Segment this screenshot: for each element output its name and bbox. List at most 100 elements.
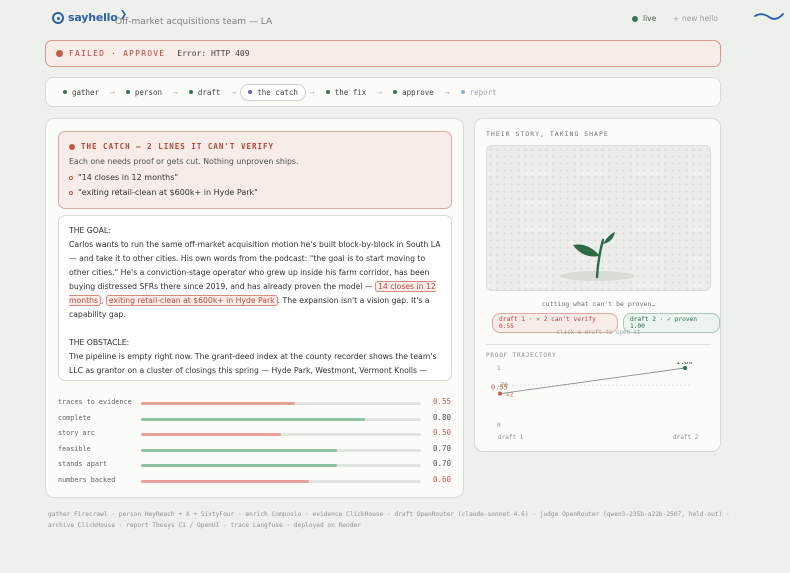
draft-document-body: THE GOAL: Carlos wants to run the same o… <box>69 224 441 380</box>
metric-fill <box>141 402 295 405</box>
story-caption: cutting what can't be proven… <box>541 300 656 308</box>
metric-row: numbers backed 0.60 <box>58 473 452 489</box>
metric-track <box>141 448 421 452</box>
metric-fill <box>141 464 337 467</box>
bullet-icon <box>69 175 73 180</box>
step-approve[interactable]: approve <box>386 85 441 100</box>
score-metrics: traces to evidence 0.55 complete 0.80 story … <box>58 395 452 488</box>
catch-title: THE CATCH — 2 LINES IT CAN'T VERIFY <box>69 142 274 151</box>
step-label: draft <box>197 87 221 97</box>
unverified-line[interactable]: "14 closes in 12 months" <box>69 173 178 182</box>
step-status-dot-icon <box>188 90 193 94</box>
step-label: report <box>469 87 497 97</box>
error-dot-icon <box>56 50 63 57</box>
error-message: Error: HTTP 409 <box>177 49 250 58</box>
metric-value: 0.70 <box>433 459 452 468</box>
arrow-right-icon: → <box>309 87 315 97</box>
metric-track <box>141 433 421 436</box>
proof-trajectory-chart: 1.7000.551.00✕2draft 1 draft 2 <box>491 362 699 441</box>
metric-row: complete 0.80 <box>58 411 452 427</box>
bullet-icon <box>69 190 73 195</box>
metric-fill <box>141 448 337 452</box>
metric-value: 0.80 <box>433 412 452 422</box>
goal-section: THE GOAL: Carlos wants to run the same o… <box>69 224 441 322</box>
catch-subtitle: Each one needs proof or gets cut. Nothin… <box>69 157 299 166</box>
proof-trajectory-title: PROOF TRAJECTORY <box>486 352 557 359</box>
story-visual <box>486 145 711 291</box>
series-line <box>499 367 686 395</box>
failed-banner: FAILED · APPROVE Error: HTTP 409 <box>45 40 721 67</box>
step-status-dot-icon <box>248 90 253 94</box>
step-status-dot-icon <box>393 90 398 94</box>
data-label: 1.00 <box>676 362 693 366</box>
plus-icon: + <box>673 14 679 23</box>
sprout-icon <box>560 232 634 281</box>
divider <box>486 344 711 345</box>
new-hello-label: new hello <box>681 14 718 23</box>
obstacle-section: THE OBSTACLE: The pipeline is empty righ… <box>69 336 441 380</box>
green-dot-icon <box>632 15 638 22</box>
metric-row: feasible 0.70 <box>58 442 452 458</box>
team-name: Off-market acquisitions team — LA <box>115 17 273 27</box>
arrow-right-icon: → <box>377 87 383 97</box>
obstacle-heading: THE OBSTACLE: <box>69 338 130 347</box>
step-report[interactable]: report <box>454 85 504 100</box>
step-label: approve <box>402 87 434 97</box>
metric-row: traces to evidence 0.55 <box>58 395 452 411</box>
arrow-right-icon: → <box>110 87 115 97</box>
arrow-right-icon: → <box>444 87 450 97</box>
metric-label: numbers backed <box>58 475 116 484</box>
arrow-right-icon: → <box>173 87 178 97</box>
draft-review-panel: THE CATCH — 2 LINES IT CAN'T VERIFY Each… <box>45 118 464 498</box>
top-bar: sayhello ❯ Off-market acquisitions team … <box>0 0 790 36</box>
live-indicator: live <box>632 14 656 23</box>
step-gather[interactable]: gather <box>56 85 106 100</box>
draft-document[interactable]: THE GOAL: Carlos wants to run the same o… <box>58 215 452 381</box>
step-status-dot-icon <box>63 90 67 94</box>
sayhello-logo-icon <box>52 11 64 24</box>
new-hello-button[interactable]: + new hello <box>673 14 718 23</box>
unverified-line-text: "14 closes in 12 months" <box>78 173 179 182</box>
warning-dot-icon <box>69 143 75 150</box>
metric-fill <box>141 417 365 421</box>
x-tick-label: draft 2 <box>673 434 699 441</box>
step-the-catch[interactable]: the catch <box>240 83 306 101</box>
metric-track <box>141 417 421 421</box>
data-point <box>683 366 687 370</box>
step-status-dot-icon <box>125 90 130 94</box>
metric-track <box>141 479 421 483</box>
tick-label: 0 <box>497 422 501 429</box>
step-draft[interactable]: draft <box>182 85 228 100</box>
obstacle-text: The pipeline is empty right now. The gra… <box>69 352 437 375</box>
metric-row: story arc 0.50 <box>58 426 452 442</box>
metric-value: 0.70 <box>433 443 452 453</box>
live-label: live <box>643 14 657 23</box>
metric-track <box>141 464 421 467</box>
data-point <box>498 391 502 396</box>
step-status-dot-icon <box>325 90 330 94</box>
metric-value: 0.50 <box>433 428 452 437</box>
metric-value: 0.60 <box>433 474 452 484</box>
arrow-right-icon: → <box>231 87 237 97</box>
metric-label: traces to evidence <box>58 398 132 406</box>
brand-name: sayhello <box>68 11 118 24</box>
step-the-fix[interactable]: the fix <box>319 85 374 100</box>
story-panel: THEIR STORY, TAKING SHAPE cutting what c… <box>474 118 721 452</box>
step-label: the fix <box>334 87 367 97</box>
swoosh-icon <box>754 13 784 20</box>
metric-label: story arc <box>58 429 95 437</box>
goal-heading: THE GOAL: <box>69 226 111 235</box>
unverified-line[interactable]: "exiting retail-clean at $600k+ in Hyde … <box>69 188 258 197</box>
metric-value: 0.55 <box>433 397 452 406</box>
step-label: the catch <box>257 87 298 97</box>
step-status-dot-icon <box>460 90 465 94</box>
unverified-highlight[interactable]: exiting retail-clean at $600k+ in Hyde P… <box>105 295 278 306</box>
unverified-line-text: "exiting retail-clean at $600k+ in Hyde … <box>78 188 258 197</box>
metric-label: feasible <box>58 444 91 453</box>
metric-track <box>141 402 421 405</box>
x-tick-label: draft 1 <box>498 434 524 441</box>
metric-label: stands apart <box>58 460 108 468</box>
pipeline-steps: gather → person → draft → the catch → th… <box>45 77 721 107</box>
step-person[interactable]: person <box>119 85 169 100</box>
failed-status: FAILED · APPROVE <box>69 49 166 58</box>
